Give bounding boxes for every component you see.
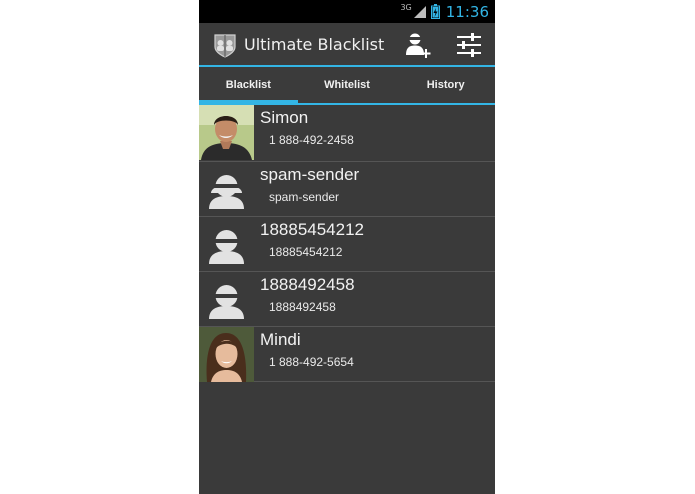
clock: 11:36 [445, 2, 489, 21]
action-bar: Ultimate Blacklist [199, 23, 495, 67]
contact-name: spam-sender [260, 165, 360, 184]
tab-blacklist[interactable]: Blacklist [199, 67, 298, 105]
avatar-photo-man [199, 105, 254, 160]
tab-history[interactable]: History [396, 67, 495, 103]
status-icons: 3G 11:36 [400, 2, 489, 21]
add-contact-button[interactable] [399, 27, 435, 63]
list-item[interactable]: 1888492458 1888492458 [199, 272, 495, 327]
contact-number: spam-sender [269, 190, 340, 204]
app-title: Ultimate Blacklist [244, 35, 385, 54]
phone-screen: 3G 11:36 Ultimate Blacklist Blacklist Wh… [199, 0, 495, 494]
list-item[interactable]: spam-sender spam-sender [199, 162, 495, 217]
battery-icon [430, 4, 440, 19]
settings-button[interactable] [451, 27, 487, 63]
default-person-icon [209, 175, 244, 209]
list-item[interactable]: Simon 1 888-492-2458 [199, 105, 495, 162]
tab-whitelist[interactable]: Whitelist [298, 67, 397, 103]
status-bar: 3G 11:36 [199, 0, 495, 23]
signal-icon [413, 5, 426, 18]
contact-number: 1888492458 [269, 300, 336, 314]
default-person-icon [209, 285, 244, 319]
default-person-icon [209, 230, 244, 264]
sliders-icon [457, 33, 481, 57]
contact-number: 1 888-492-5654 [269, 355, 354, 369]
contact-name: Simon [260, 108, 309, 127]
list-item[interactable]: 18885454212 18885454212 [199, 217, 495, 272]
contact-number: 1 888-492-2458 [269, 133, 354, 147]
app-logo-icon [214, 34, 236, 58]
contact-name: 1888492458 [260, 275, 355, 294]
add-person-icon [406, 33, 431, 58]
network-type-label: 3G [400, 3, 412, 12]
avatar-photo-woman [199, 327, 254, 382]
contact-name: 18885454212 [260, 220, 365, 239]
tab-bar: Blacklist Whitelist History [199, 67, 495, 105]
list-item[interactable]: Mindi 1 888-492-5654 [199, 327, 495, 382]
contact-number: 18885454212 [269, 245, 343, 259]
blacklist-list: Simon 1 888-492-2458 spam-sender spam-se… [199, 105, 495, 382]
contact-name: Mindi [260, 330, 301, 349]
